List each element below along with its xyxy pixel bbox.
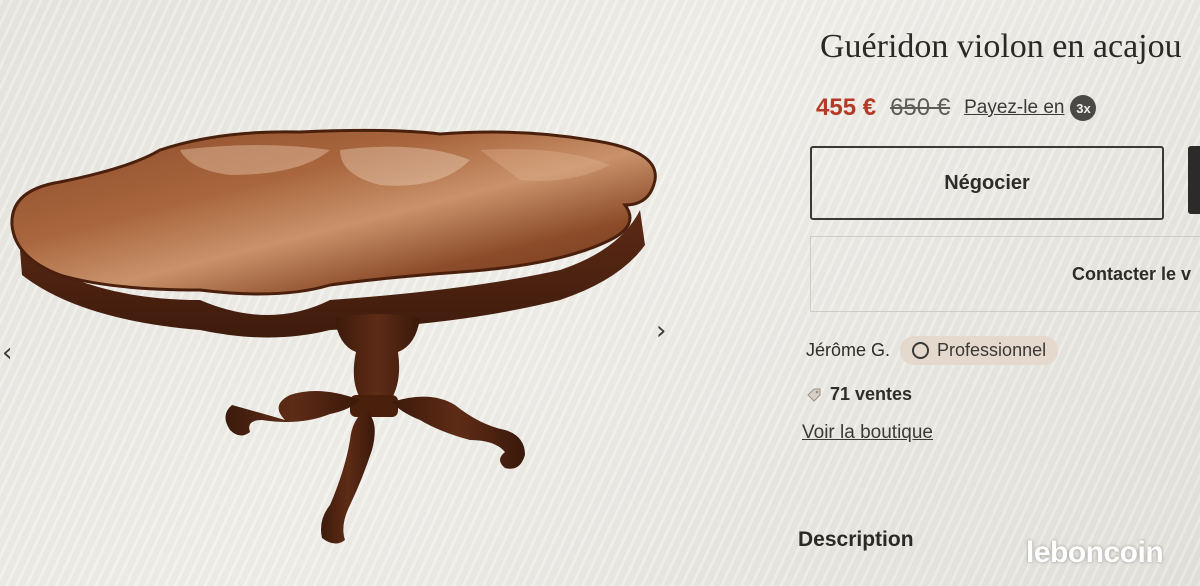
professional-badge: Professionnel: [900, 336, 1059, 365]
listing-details-panel: Guéridon violon en acajou 455 € 650 € Pa…: [798, 0, 1200, 586]
current-price: 455 €: [816, 94, 877, 121]
professional-badge-label: Professionnel: [937, 340, 1047, 360]
leboncoin-watermark: leboncoin: [1026, 536, 1164, 569]
chevron-left-icon[interactable]: ‹: [2, 340, 12, 366]
price-row: 455 € 650 € Payez-le en 3x: [816, 94, 1097, 122]
buy-button-partial[interactable]: [1188, 146, 1200, 214]
sales-row: 71 ventes: [806, 384, 912, 405]
listing-title: Guéridon violon en acajou: [820, 28, 1182, 65]
chevron-right-icon[interactable]: ›: [656, 318, 666, 344]
view-shop-link[interactable]: Voir la boutique: [802, 422, 933, 444]
tag-icon: [807, 388, 821, 402]
pay-in-installments-link[interactable]: Payez-le en: [964, 97, 1064, 119]
pro-circle-icon: [912, 342, 930, 359]
negotiate-button[interactable]: Négocier: [810, 146, 1164, 220]
contact-seller-label: Contacter le v: [1072, 264, 1192, 284]
sales-count: 71 ventes: [830, 384, 913, 404]
installments-badge: 3x: [1070, 95, 1097, 121]
description-heading: Description: [798, 528, 914, 551]
listing-photo[interactable]: ‹ ›: [0, 0, 760, 586]
table-photo-illustration: [10, 128, 657, 544]
seller-name[interactable]: Jérôme G.: [806, 340, 890, 361]
original-price: 650 €: [890, 94, 951, 121]
seller-row: Jérôme G. Professionnel: [806, 336, 1059, 365]
